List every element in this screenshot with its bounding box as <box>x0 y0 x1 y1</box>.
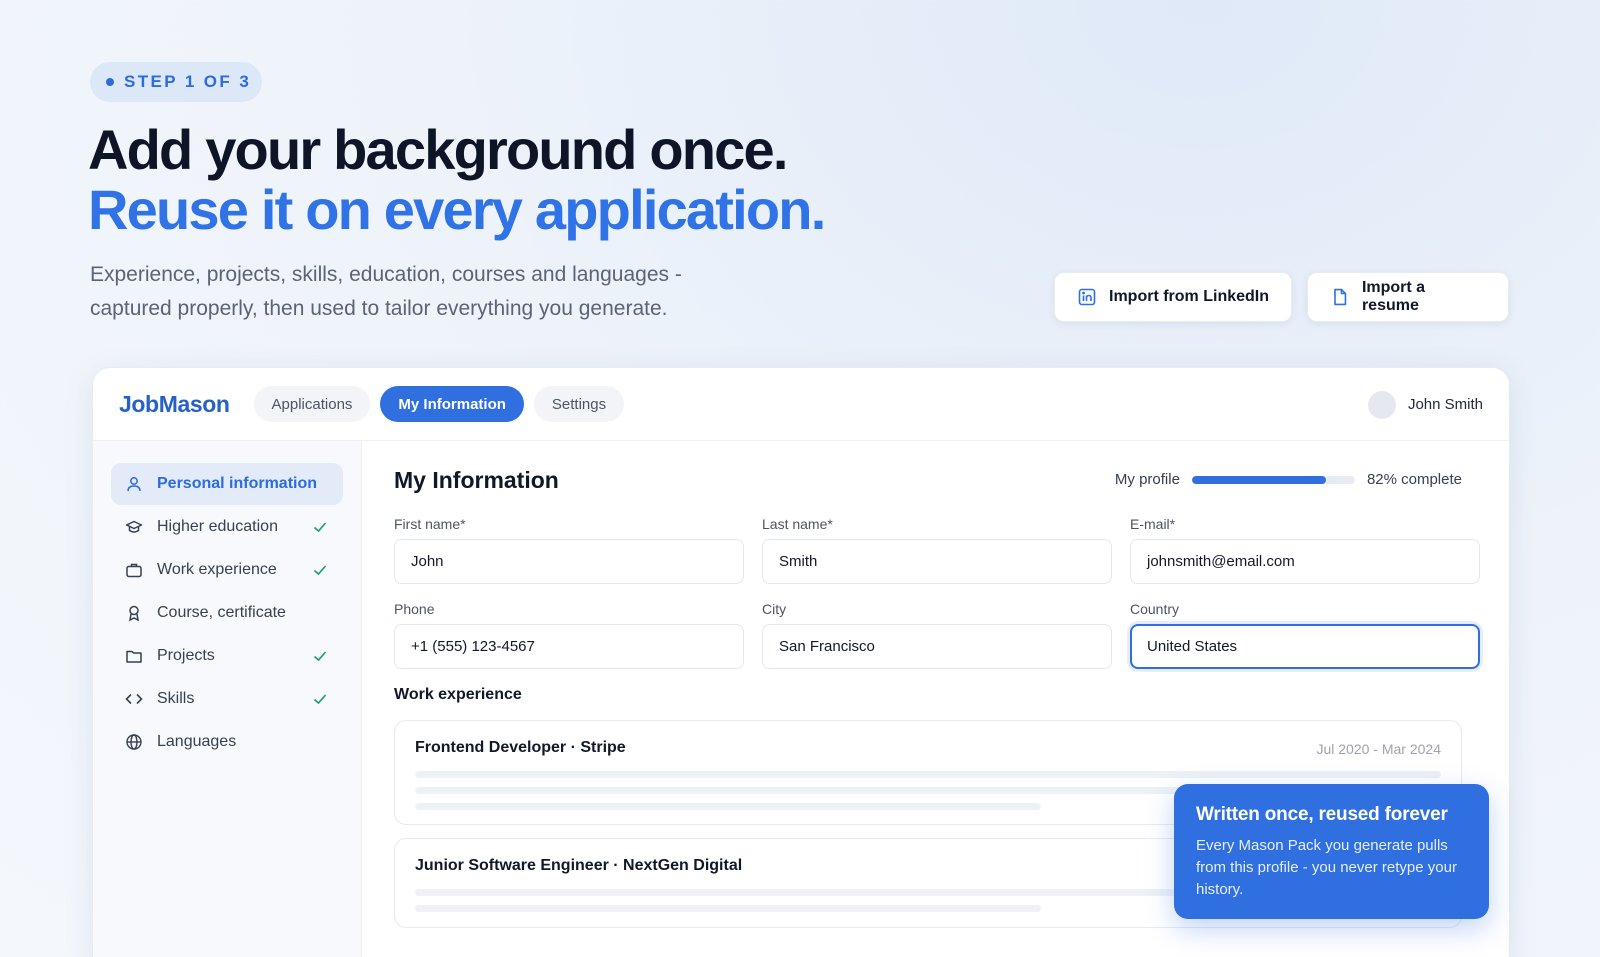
sidebar-item-higher-education[interactable]: Higher education <box>111 506 343 548</box>
user-icon <box>127 477 141 492</box>
import-linkedin-label: Import from LinkedIn <box>1109 288 1269 305</box>
document-icon <box>1334 288 1347 306</box>
first-name-field: First name* John <box>394 516 744 584</box>
sidebar-item-label: Higher education <box>157 518 278 535</box>
last-name-field: Last name* Smith <box>762 516 1112 584</box>
import-linkedin-button[interactable]: Import from LinkedIn <box>1054 272 1292 322</box>
sidebar-item-skills[interactable]: Skills <box>111 678 343 720</box>
info-callout: Written once, reused forever Every Mason… <box>1174 784 1489 919</box>
folder-icon <box>126 650 142 663</box>
linkedin-icon <box>1078 288 1096 306</box>
user-name: John Smith <box>1407 396 1483 413</box>
last-name-input[interactable]: Smith <box>762 539 1112 584</box>
phone-field: Phone +1 (555) 123-4567 <box>394 601 744 669</box>
page-title: My Information <box>394 467 559 493</box>
import-resume-button[interactable]: Import a resume <box>1307 272 1509 322</box>
profile-progress: My profile 82% complete <box>1115 471 1462 488</box>
sidebar-item-personal-information[interactable]: Personal information <box>111 463 343 505</box>
step-indicator: STEP 1 OF 3 <box>90 62 262 102</box>
subtitle-line-2: captured properly, then used to tailor e… <box>90 297 668 320</box>
sidebar-item-label: Languages <box>157 733 237 750</box>
email-label: E-mail* <box>1130 516 1176 532</box>
callout-title: Written once, reused forever <box>1196 804 1448 825</box>
work-role: Frontend Developer · Stripe <box>415 739 626 756</box>
tab-applications[interactable]: Applications <box>253 386 371 422</box>
work-experience-heading: Work experience <box>394 686 522 703</box>
first-name-input[interactable]: John <box>394 539 744 584</box>
email-field: E-mail* johnsmith@email.com <box>1130 516 1480 584</box>
code-icon <box>125 693 143 705</box>
subtitle-line-1: Experience, projects, skills, education,… <box>90 263 682 286</box>
sidebar-item-label: Course, certificate <box>157 604 286 621</box>
progress-text: 82% complete <box>1366 471 1462 488</box>
headline-line-1: Add your background once. <box>88 118 788 181</box>
progress-bar-fill <box>1191 475 1326 484</box>
phone-input[interactable]: +1 (555) 123-4567 <box>394 624 744 669</box>
check-icon <box>313 694 327 705</box>
tab-my-information[interactable]: My Information <box>380 386 524 422</box>
sidebar-item-work-experience[interactable]: Work experience <box>111 549 343 591</box>
hero-headline: Add your background once. Reuse it on ev… <box>88 118 826 241</box>
callout-body: Every Mason Pack you generate pulls from… <box>1196 837 1457 898</box>
sidebar-item-label: Projects <box>157 647 215 664</box>
graduation-cap-icon <box>125 520 143 533</box>
sidebar-item-label: Skills <box>157 690 195 707</box>
tab-settings[interactable]: Settings <box>533 386 625 422</box>
sidebar-item-languages[interactable]: Languages <box>111 721 343 763</box>
globe-icon <box>126 734 142 750</box>
last-name-label: Last name* <box>762 516 833 532</box>
sidebar-item-course-certificate[interactable]: Course, certificate <box>111 592 343 634</box>
skeleton-line <box>415 771 1441 778</box>
country-field: Country United States <box>1130 601 1480 669</box>
award-icon <box>129 605 139 622</box>
country-input[interactable]: United States <box>1130 624 1480 669</box>
sidebar-item-projects[interactable]: Projects <box>111 635 343 677</box>
check-icon <box>313 651 327 662</box>
progress-label: My profile <box>1114 471 1180 488</box>
step-dot <box>106 78 114 86</box>
phone-label: Phone <box>394 601 435 617</box>
step-label: STEP 1 OF 3 <box>124 72 252 91</box>
avatar <box>1367 390 1396 419</box>
city-label: City <box>762 601 787 617</box>
sidebar: Personal information Higher education Wo… <box>93 441 362 957</box>
hero-subtitle: Experience, projects, skills, education,… <box>90 258 790 326</box>
user-menu[interactable]: John Smith <box>1367 368 1483 441</box>
import-resume-label: Import a resume <box>1361 279 1426 314</box>
headline-line-2: Reuse it on every application. <box>88 178 826 241</box>
country-label: Country <box>1130 601 1180 617</box>
first-name-label: First name* <box>394 516 466 532</box>
email-input[interactable]: johnsmith@email.com <box>1130 539 1480 584</box>
city-input[interactable]: San Francisco <box>762 624 1112 669</box>
progress-bar <box>1191 475 1355 484</box>
skeleton-line <box>415 803 1041 810</box>
briefcase-icon <box>126 563 142 578</box>
skeleton-line <box>415 905 1041 912</box>
check-icon <box>313 565 327 576</box>
check-icon <box>313 522 327 533</box>
sidebar-item-label: Personal information <box>157 475 318 492</box>
sidebar-item-label: Work experience <box>157 561 277 578</box>
app-logo[interactable]: JobMason <box>119 391 230 418</box>
city-field: City San Francisco <box>762 601 1112 669</box>
app-topbar: JobMason Applications My Information Set… <box>93 368 1509 441</box>
work-dates: Jul 2020 - Mar 2024 <box>1316 741 1441 757</box>
